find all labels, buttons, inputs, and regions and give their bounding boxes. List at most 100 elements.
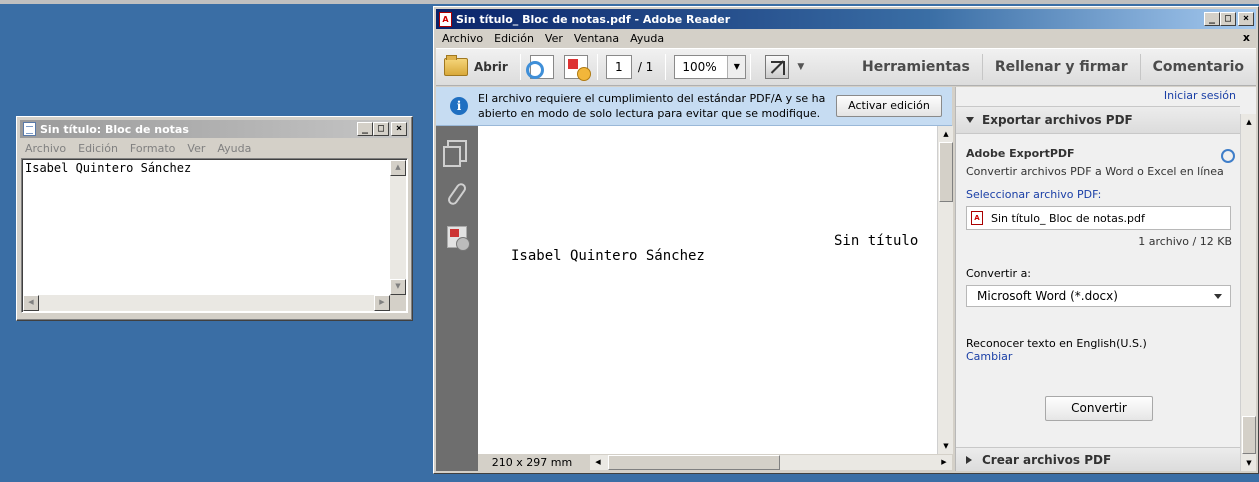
toolbar-more-icon[interactable]: ▼	[797, 62, 804, 72]
page-thumbnails-icon[interactable]	[443, 140, 467, 167]
signatures-icon[interactable]	[447, 226, 470, 251]
close-button[interactable]: ×	[391, 122, 407, 136]
notepad-title: Sin título: Bloc de notas	[40, 122, 189, 136]
export-title: Adobe ExportPDF	[966, 147, 1075, 160]
maximize-button[interactable]: □	[373, 122, 389, 136]
menu-ventana[interactable]: Ventana	[574, 32, 619, 45]
pdf-file-icon: A	[971, 211, 983, 225]
chevron-down-icon	[1214, 294, 1222, 299]
info-message: El archivo requiere el cumplimiento del …	[478, 92, 826, 120]
page-total: / 1	[637, 60, 654, 74]
tools-button[interactable]: Herramientas	[850, 54, 982, 80]
toolbar-separator	[596, 54, 598, 80]
collapse-triangle-icon	[966, 455, 972, 464]
scroll-corner	[390, 295, 406, 311]
convert-to-label: Convertir a:	[966, 267, 1032, 280]
change-language-link[interactable]: Cambiar	[966, 350, 1232, 363]
document-header-text: Sin título	[834, 233, 919, 249]
menu-archivo[interactable]: Archivo	[442, 32, 483, 45]
create-pdf-icon[interactable]	[563, 55, 591, 81]
pdfa-info-bar: i El archivo requiere el cumplimiento de…	[436, 87, 952, 126]
page-size-label: 210 x 297 mm	[491, 456, 573, 469]
menu-formato[interactable]: Formato	[130, 142, 176, 155]
comment-button[interactable]: Comentario	[1139, 54, 1256, 80]
zoom-value: 100%	[682, 60, 717, 74]
close-button[interactable]: ×	[1238, 12, 1254, 26]
menu-ayuda[interactable]: Ayuda	[630, 32, 664, 45]
convert-format-value: Microsoft Word (*.docx)	[977, 289, 1118, 303]
expand-triangle-icon	[966, 117, 974, 123]
open-label: Abrir	[474, 60, 508, 74]
toolbar-separator	[750, 54, 752, 80]
folder-icon	[444, 55, 468, 76]
zoom-select[interactable]: 100% ▼	[674, 55, 747, 79]
notepad-icon	[23, 122, 36, 136]
convert-format-select[interactable]: Microsoft Word (*.docx)	[966, 285, 1231, 307]
scroll-right-button[interactable]: ▶	[937, 455, 951, 469]
export-header-label: Exportar archivos PDF	[982, 113, 1133, 127]
scroll-left-button[interactable]: ◀	[23, 295, 39, 311]
notepad-title-bar[interactable]: Sin título: Bloc de notas _ □ ×	[20, 120, 409, 138]
document-vertical-scrollbar[interactable]: ▲ ▼	[937, 126, 953, 454]
fill-sign-button[interactable]: Rellenar y firmar	[981, 54, 1140, 80]
toolbar-separator	[665, 54, 667, 80]
scroll-thumb[interactable]	[1242, 416, 1256, 454]
select-file-link[interactable]: Seleccionar archivo PDF:	[966, 188, 1232, 201]
document-page[interactable]: Sin título Isabel Quintero Sánchez	[478, 126, 952, 471]
scroll-left-button[interactable]: ◀	[591, 455, 605, 469]
scroll-down-button[interactable]: ▼	[939, 439, 953, 453]
sign-in-link[interactable]: Iniciar sesión	[1164, 89, 1236, 102]
info-icon: i	[450, 97, 468, 115]
file-count: 1 archivo / 12 KB	[1138, 235, 1232, 248]
menu-ver[interactable]: Ver	[545, 32, 563, 45]
vertical-scrollbar[interactable]: ▲ ▼	[390, 160, 406, 295]
pdf-icon: A	[439, 11, 452, 27]
close-document-button[interactable]: x	[1243, 31, 1250, 44]
menu-edicion[interactable]: Edición	[494, 32, 534, 45]
menu-ver[interactable]: Ver	[187, 142, 205, 155]
export-pdf-section-header[interactable]: Exportar archivos PDF	[956, 106, 1240, 134]
chevron-down-icon[interactable]: ▼	[727, 56, 746, 78]
create-header-label: Crear archivos PDF	[982, 452, 1112, 467]
reader-title-bar[interactable]: A Sin título_ Bloc de notas.pdf - Adobe …	[436, 9, 1256, 29]
desktop-top-strip	[0, 0, 1259, 4]
horizontal-scrollbar[interactable]: ◀ ▶	[23, 295, 390, 311]
menu-ayuda[interactable]: Ayuda	[217, 142, 251, 155]
navigation-rail	[436, 126, 478, 471]
scroll-right-button[interactable]: ▶	[374, 295, 390, 311]
minimize-button[interactable]: _	[1204, 12, 1220, 26]
document-body-text: Isabel Quintero Sánchez	[511, 248, 705, 264]
convert-document-icon[interactable]	[525, 55, 554, 79]
minimize-button[interactable]: _	[357, 122, 373, 136]
scroll-up-button[interactable]: ▲	[1242, 115, 1256, 129]
selected-file-box[interactable]: A Sin título_ Bloc de notas.pdf	[966, 206, 1231, 230]
pane-vertical-scrollbar[interactable]: ▲ ▼	[1240, 114, 1256, 471]
fullscreen-icon[interactable]	[765, 55, 790, 79]
create-pdf-section-header[interactable]: Crear archivos PDF	[956, 447, 1240, 471]
notepad-text-area[interactable]: Isabel Quintero Sánchez ▲ ▼ ◀ ▶	[21, 158, 408, 313]
scroll-up-button[interactable]: ▲	[939, 127, 953, 141]
scroll-thumb[interactable]	[939, 142, 953, 202]
scroll-down-button[interactable]: ▼	[1242, 456, 1256, 470]
attachments-icon[interactable]	[446, 181, 468, 207]
maximize-button[interactable]: □	[1220, 12, 1236, 26]
reader-title: Sin título_ Bloc de notas.pdf - Adobe Re…	[456, 12, 731, 26]
enable-editing-button[interactable]: Activar edición	[836, 95, 942, 117]
adobe-reader-window[interactable]: A Sin título_ Bloc de notas.pdf - Adobe …	[433, 6, 1259, 474]
document-horizontal-scrollbar[interactable]: ◀ ▶	[590, 455, 952, 470]
notepad-window[interactable]: Sin título: Bloc de notas _ □ × Archivo …	[16, 116, 413, 321]
sync-icon[interactable]	[1221, 149, 1235, 163]
selected-file-name: Sin título_ Bloc de notas.pdf	[991, 211, 1145, 225]
page-number-input[interactable]: 1	[605, 55, 632, 79]
menu-edicion[interactable]: Edición	[78, 142, 118, 155]
scroll-up-button[interactable]: ▲	[390, 160, 406, 176]
scroll-thumb[interactable]	[608, 455, 780, 470]
toolbar-separator	[519, 54, 521, 80]
scroll-down-button[interactable]: ▼	[390, 279, 406, 295]
ocr-language-label: Reconocer texto en English(U.S.)	[966, 337, 1147, 350]
open-button[interactable]: Abrir	[436, 55, 516, 76]
tools-right-pane: Iniciar sesión Exportar archivos PDF Ado…	[955, 87, 1256, 471]
document-status-bar: 210 x 297 mm ◀ ▶	[478, 454, 952, 471]
menu-archivo[interactable]: Archivo	[25, 142, 66, 155]
convert-button[interactable]: Convertir	[1045, 396, 1153, 421]
